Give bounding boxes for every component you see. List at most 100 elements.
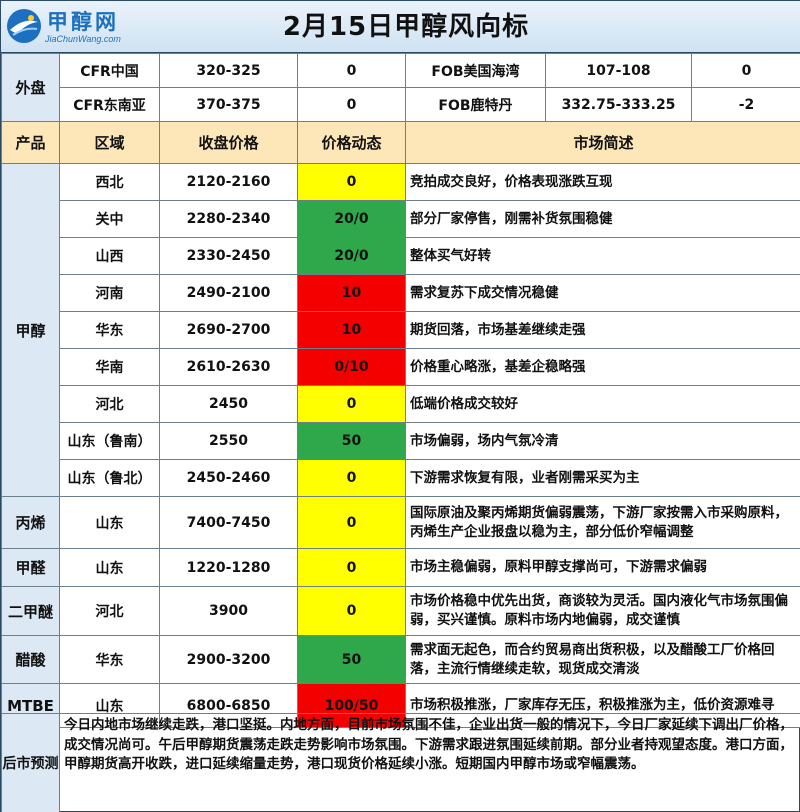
- column-header-summary: 市场简述: [405, 121, 800, 164]
- outer-market-cell: FOB美国海湾: [405, 53, 546, 88]
- page: 甲醇网 JiaChunWang.com 2月15日甲醇风向标 外盘 CFR中国 …: [0, 0, 800, 812]
- summary-cell: 竞拍成交良好，价格表现涨跌互现: [405, 163, 800, 201]
- summary-cell: 需求复苏下成交情况稳健: [405, 274, 800, 312]
- change-cell: 0: [297, 385, 406, 423]
- price-cell: 2120-2160: [159, 163, 298, 201]
- table-row: 后市预测 今日内地市场继续走跌，港口坚挺。内地方面，目前市场氛围不佳，企业出货一…: [1, 713, 800, 812]
- change-cell: 0: [297, 459, 406, 497]
- change-cell: 0/10: [297, 348, 406, 386]
- summary-cell: 整体买气好转: [405, 237, 800, 275]
- forecast-label: 后市预测: [1, 713, 60, 812]
- price-cell: 2490-2100: [159, 274, 298, 312]
- region-cell: 山东（鲁南）: [59, 422, 160, 460]
- summary-cell: 部分厂家停售，刚需补货氛围稳健: [405, 200, 800, 238]
- table-row: 二甲醚 河北 3900 0 市场价格稳中优先出货，商谈较为灵活。国内液化气市场氛围偏弱，…: [1, 586, 800, 636]
- change-cell: 0: [297, 496, 406, 549]
- summary-cell: 价格重心略涨，基差企稳略强: [405, 348, 800, 386]
- outer-market-cell: CFR中国: [59, 53, 160, 88]
- price-cell: 2450-2460: [159, 459, 298, 497]
- region-cell: 华东: [59, 311, 160, 349]
- forecast-text: 今日内地市场继续走跌，港口坚挺。内地方面，目前市场氛围不佳，企业出货一般的情况下…: [59, 713, 800, 812]
- column-header-product: 产品: [1, 121, 60, 164]
- table-row: CFR东南亚 370-375 0 FOB鹿特丹 332.75-333.25 -2: [2, 87, 800, 122]
- region-cell: 山东: [59, 496, 160, 549]
- column-header-change: 价格动态: [297, 121, 406, 164]
- region-cell: 河北: [59, 385, 160, 423]
- table-row: 华南 2610-2630 0/10 价格重心略涨，基差企稳略强: [2, 348, 800, 386]
- price-cell: 7400-7450: [159, 496, 298, 549]
- change-cell: 0: [297, 548, 406, 587]
- outer-market-cell: 107-108: [545, 53, 692, 88]
- change-cell: 50: [297, 635, 406, 684]
- table-row: 外盘 CFR中国 320-325 0 FOB美国海湾 107-108 0: [1, 53, 800, 122]
- table-row: 河北 2450 0 低端价格成交较好: [2, 385, 800, 423]
- table-row: 山西 2330-2450 20/0 整体买气好转: [2, 237, 800, 275]
- table-row: 华东 2690-2700 10 期货回落，市场基差继续走强: [2, 311, 800, 349]
- product-name: 二甲醚: [1, 586, 60, 636]
- region-cell: 华南: [59, 348, 160, 386]
- column-header-region: 区域: [59, 121, 160, 164]
- outer-market-table: 外盘 CFR中国 320-325 0 FOB美国海湾 107-108 0 CFR…: [1, 53, 800, 122]
- change-cell: 10: [297, 311, 406, 349]
- price-cell: 2610-2630: [159, 348, 298, 386]
- summary-cell: 下游需求恢复有限，业者刚需采买为主: [405, 459, 800, 497]
- change-cell: 50: [297, 422, 406, 460]
- price-cell: 3900: [159, 586, 298, 636]
- product-name: 醋酸: [1, 635, 60, 684]
- table-header-row: 产品 区域 收盘价格 价格动态 市场简述: [1, 121, 800, 164]
- forecast-table: 后市预测 今日内地市场继续走跌，港口坚挺。内地方面，目前市场氛围不佳，企业出货一…: [1, 713, 800, 812]
- table-row: 河南 2490-2100 10 需求复苏下成交情况稳健: [2, 274, 800, 312]
- outer-market-cell: 0: [297, 87, 406, 122]
- market-table: 产品 区域 收盘价格 价格动态 市场简述 甲醇 西北 2120-2160 0 竞拍成交良…: [1, 121, 800, 728]
- price-cell: 2330-2450: [159, 237, 298, 275]
- change-cell: 20/0: [297, 200, 406, 238]
- page-title: 2月15日甲醇风向标: [282, 12, 530, 42]
- price-cell: 2690-2700: [159, 311, 298, 349]
- region-cell: 山西: [59, 237, 160, 275]
- column-header-price: 收盘价格: [159, 121, 298, 164]
- table-row: 山东（鲁北） 2450-2460 0 下游需求恢复有限，业者刚需采买为主: [2, 459, 800, 497]
- region-cell: 河北: [59, 586, 160, 636]
- change-cell: 20/0: [297, 237, 406, 275]
- region-cell: 山东: [59, 548, 160, 587]
- summary-cell: 需求面无起色，而合约贸易商出货积极，以及醋酸工厂价格回落，主流行情继续走软，现货…: [405, 635, 800, 684]
- summary-cell: 市场主稳偏弱，原料甲醇支撑尚可，下游需求偏弱: [405, 548, 800, 587]
- region-cell: 山东（鲁北）: [59, 459, 160, 497]
- header: 甲醇网 JiaChunWang.com 2月15日甲醇风向标: [1, 1, 800, 53]
- outer-market-cell: 320-325: [159, 53, 298, 88]
- summary-cell: 低端价格成交较好: [405, 385, 800, 423]
- region-cell: 西北: [59, 163, 160, 201]
- outer-market-cell: 370-375: [159, 87, 298, 122]
- summary-cell: 市场价格稳中优先出货，商谈较为灵活。国内液化气市场氛围偏弱，买兴谨慎。原料市场内…: [405, 586, 800, 636]
- outer-market-cell: 332.75-333.25: [545, 87, 692, 122]
- price-cell: 2550: [159, 422, 298, 460]
- product-name: 丙烯: [1, 496, 60, 549]
- summary-cell: 期货回落，市场基差继续走强: [405, 311, 800, 349]
- product-name: 甲醇: [1, 163, 60, 497]
- region-cell: 华东: [59, 635, 160, 684]
- summary-cell: 市场偏弱，场内气氛冷清: [405, 422, 800, 460]
- region-cell: 关中: [59, 200, 160, 238]
- table-row: 甲醇 西北 2120-2160 0 竞拍成交良好，价格表现涨跌互现: [1, 163, 800, 497]
- outer-market-cell: 0: [297, 53, 406, 88]
- product-name: 甲醛: [1, 548, 60, 587]
- outer-market-cell: FOB鹿特丹: [405, 87, 546, 122]
- table-row: 关中 2280-2340 20/0 部分厂家停售，刚需补货氛围稳健: [2, 200, 800, 238]
- outer-market-cell: -2: [691, 87, 800, 122]
- table-row: 醋酸 华东 2900-3200 50 需求面无起色，而合约贸易商出货积极，以及醋酸工厂价…: [1, 635, 800, 684]
- price-cell: 2900-3200: [159, 635, 298, 684]
- price-cell: 2450: [159, 385, 298, 423]
- price-cell: 1220-1280: [159, 548, 298, 587]
- outer-market-cell: 0: [691, 53, 800, 88]
- price-cell: 2280-2340: [159, 200, 298, 238]
- table-row: 山东（鲁南） 2550 50 市场偏弱，场内气氛冷清: [2, 422, 800, 460]
- table-row: 丙烯 山东 7400-7450 0 国际原油及聚丙烯期货偏弱震荡，下游厂家按需入市采购原…: [1, 496, 800, 549]
- outer-market-label: 外盘: [1, 53, 60, 122]
- change-cell: 0: [297, 163, 406, 201]
- summary-cell: 国际原油及聚丙烯期货偏弱震荡，下游厂家按需入市采购原料，丙烯生产企业报盘以稳为主…: [405, 496, 800, 549]
- outer-market-cell: CFR东南亚: [59, 87, 160, 122]
- change-cell: 10: [297, 274, 406, 312]
- change-cell: 0: [297, 586, 406, 636]
- table-row: 甲醛 山东 1220-1280 0 市场主稳偏弱，原料甲醇支撑尚可，下游需求偏弱: [1, 548, 800, 587]
- region-cell: 河南: [59, 274, 160, 312]
